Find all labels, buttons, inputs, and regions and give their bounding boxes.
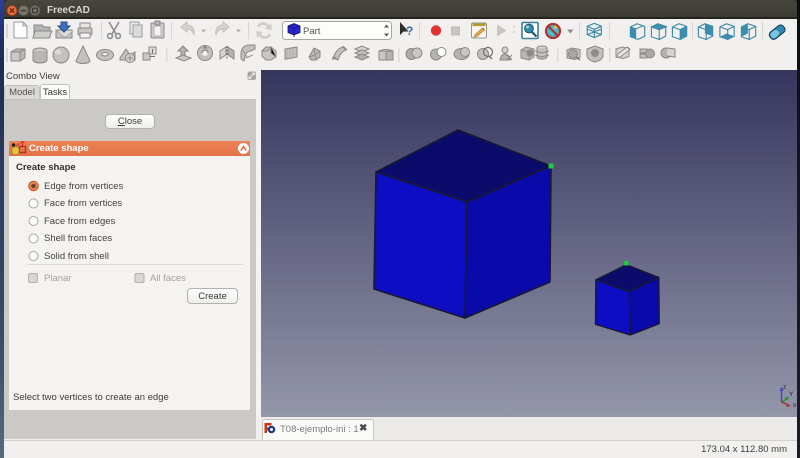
svg-text:x: x: [793, 402, 797, 409]
svg-text:?: ?: [406, 24, 413, 38]
svg-text:Y: Y: [789, 391, 794, 398]
svg-text:z: z: [783, 384, 786, 391]
svg-text:Part: Part: [303, 26, 321, 37]
